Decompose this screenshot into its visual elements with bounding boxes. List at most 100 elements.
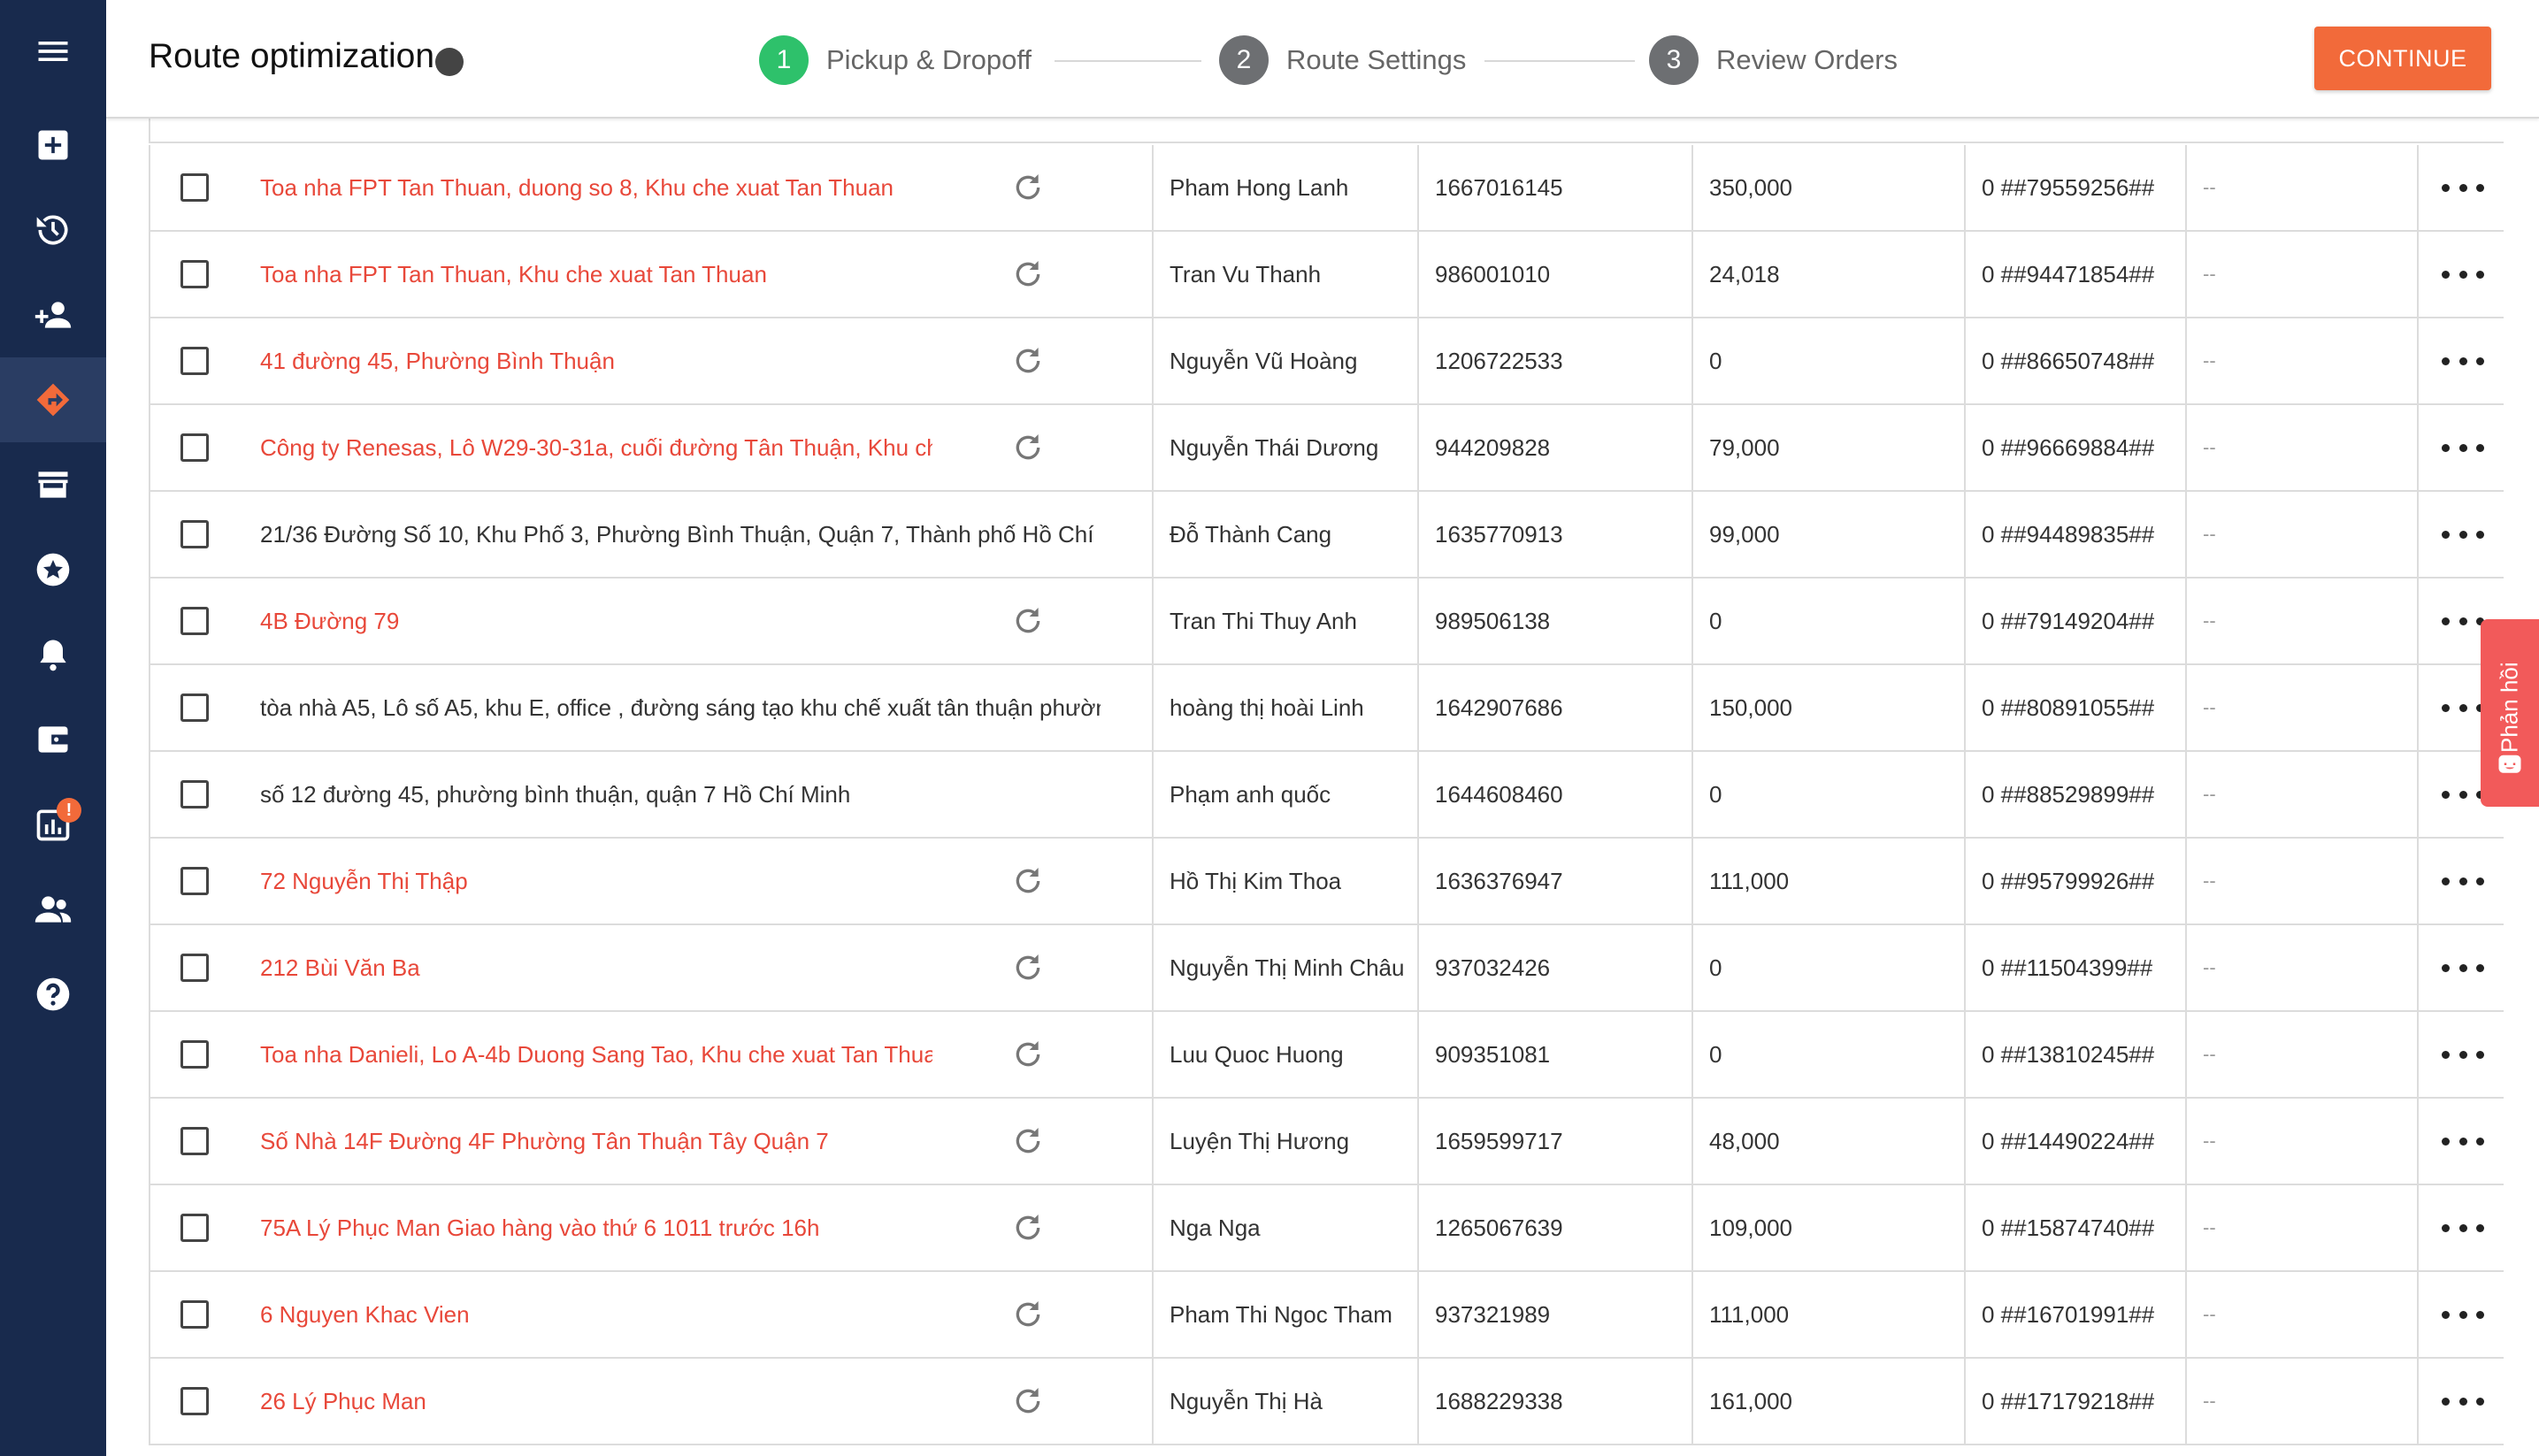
row-checkbox[interactable] — [180, 954, 209, 982]
table-row[interactable]: Toa nha Danieli, Lo A-4b Duong Sang Tao,… — [149, 1012, 2504, 1099]
refresh-icon[interactable] — [1010, 950, 1046, 985]
refresh-icon[interactable] — [1010, 257, 1046, 292]
menu-icon[interactable] — [0, 9, 106, 94]
column-divider — [1964, 752, 1966, 837]
refresh-icon[interactable] — [1010, 1123, 1046, 1159]
more-options-icon[interactable] — [2442, 1038, 2484, 1070]
refresh-icon[interactable] — [1010, 1297, 1046, 1332]
refresh-icon[interactable] — [1010, 343, 1046, 379]
refresh-icon[interactable] — [1010, 430, 1046, 465]
row-checkbox[interactable] — [180, 694, 209, 722]
more-options-icon[interactable] — [2442, 518, 2484, 550]
add-driver-icon[interactable] — [0, 272, 106, 357]
address-cell[interactable]: số 12 đường 45, phường bình thuận, quận … — [260, 752, 1101, 837]
recipient-name-cell: Luyện Thị Hương — [1170, 1127, 1350, 1154]
address-cell[interactable]: 21/36 Đường Số 10, Khu Phố 3, Phường Bìn… — [260, 492, 1101, 577]
more-options-icon[interactable] — [2442, 778, 2484, 810]
dot — [2442, 877, 2450, 885]
table-row[interactable]: Toa nha FPT Tan Thuan, duong so 8, Khu c… — [149, 145, 2504, 232]
more-options-icon[interactable] — [2442, 865, 2484, 897]
row-checkbox[interactable] — [180, 347, 209, 375]
recipient-name-cell: Nguyễn Thái Dương — [1170, 433, 1379, 461]
more-options-icon[interactable] — [2442, 258, 2484, 290]
address-cell[interactable]: 75A Lý Phục Man Giao hàng vào thứ 6 1011… — [260, 1185, 932, 1270]
row-checkbox[interactable] — [180, 1300, 209, 1329]
report-icon[interactable]: ! — [0, 782, 106, 867]
refresh-icon[interactable] — [1010, 1383, 1046, 1419]
table-row[interactable]: 41 đường 45, Phường Bình Thuận Nguyễn Vũ … — [149, 318, 2504, 405]
row-checkbox[interactable] — [180, 173, 209, 202]
bell-icon[interactable] — [0, 612, 106, 697]
address-cell[interactable]: tòa nhà A5, Lô số A5, khu E, office , đư… — [260, 665, 1101, 750]
store-icon[interactable] — [0, 442, 106, 527]
row-checkbox[interactable] — [180, 867, 209, 895]
address-cell[interactable]: 26 Lý Phục Man — [260, 1359, 932, 1444]
row-checkbox[interactable] — [180, 1040, 209, 1069]
table-row[interactable]: Số Nhà 14F Đường 4F Phường Tân Thuận Tây… — [149, 1099, 2504, 1185]
history-icon[interactable] — [0, 188, 106, 272]
row-checkbox[interactable] — [180, 260, 209, 288]
table-row[interactable]: 6 Nguyen Khac Vien Pham Thi Ngoc Tham 9373… — [149, 1272, 2504, 1359]
phone-cell: 944209828 — [1435, 433, 1551, 461]
table-row[interactable]: 72 Nguyễn Thị Thập Hồ Thị Kim Thoa 1636376… — [149, 839, 2504, 925]
more-options-icon[interactable] — [2442, 1125, 2484, 1157]
column-divider — [1964, 1012, 1966, 1097]
row-checkbox[interactable] — [180, 1214, 209, 1242]
address-cell[interactable]: Toa nha FPT Tan Thuan, Khu che xuat Tan … — [260, 232, 932, 317]
address-cell[interactable]: 72 Nguyễn Thị Thập — [260, 839, 932, 923]
column-divider — [1691, 1012, 1693, 1097]
more-options-icon[interactable] — [2442, 1212, 2484, 1244]
address-cell[interactable]: Toa nha Danieli, Lo A-4b Duong Sang Tao,… — [260, 1012, 932, 1097]
star-icon[interactable] — [0, 527, 106, 612]
more-options-icon[interactable] — [2442, 432, 2484, 464]
route-icon[interactable] — [0, 357, 106, 442]
row-checkbox[interactable] — [180, 520, 209, 548]
continue-button[interactable]: CONTINUE — [2314, 27, 2491, 90]
table-row[interactable]: Toa nha FPT Tan Thuan, Khu che xuat Tan … — [149, 232, 2504, 318]
step-pickup-dropoff[interactable]: 1 Pickup & Dropoff — [759, 35, 1032, 85]
step-route-settings[interactable]: 2 Route Settings — [1219, 35, 1466, 85]
table-row[interactable]: tòa nhà A5, Lô số A5, khu E, office , đư… — [149, 665, 2504, 752]
row-checkbox[interactable] — [180, 433, 209, 462]
help-icon[interactable] — [0, 952, 106, 1037]
address-cell[interactable]: 6 Nguyen Khac Vien — [260, 1272, 932, 1357]
more-options-icon[interactable] — [2442, 1385, 2484, 1417]
table-row[interactable]: số 12 đường 45, phường bình thuận, quận … — [149, 752, 2504, 839]
table-row[interactable]: Công ty Renesas, Lô W29-30-31a, cuối đườ… — [149, 405, 2504, 492]
row-checkbox[interactable] — [180, 1127, 209, 1155]
address-cell[interactable]: Số Nhà 14F Đường 4F Phường Tân Thuận Tây… — [260, 1099, 932, 1184]
address-cell[interactable]: 212 Bùi Văn Ba — [260, 925, 932, 1010]
refresh-icon[interactable] — [1010, 1037, 1046, 1072]
add-order-icon[interactable] — [0, 103, 106, 188]
more-options-icon[interactable] — [2442, 952, 2484, 984]
more-options-icon[interactable] — [2442, 172, 2484, 203]
column-divider — [1964, 1359, 1966, 1444]
address-cell[interactable]: 41 đường 45, Phường Bình Thuận — [260, 318, 932, 403]
refresh-icon[interactable] — [1010, 170, 1046, 205]
table-row[interactable]: 212 Bùi Văn Ba Nguyễn Thị Minh Châu 937032… — [149, 925, 2504, 1012]
row-checkbox[interactable] — [180, 780, 209, 808]
more-options-icon[interactable] — [2442, 692, 2484, 724]
column-divider — [1152, 752, 1154, 837]
page-title: Route optimization — [149, 37, 435, 75]
table-row[interactable]: 26 Lý Phục Man Nguyễn Thị Hà 1688229338 161… — [149, 1359, 2504, 1445]
refresh-icon[interactable] — [1010, 603, 1046, 639]
refresh-icon[interactable] — [1010, 1210, 1046, 1245]
table-row[interactable]: 4B Đường 79 Tran Thi Thuy Anh 989506138 0 0 … — [149, 579, 2504, 665]
address-cell[interactable]: 4B Đường 79 — [260, 579, 932, 663]
feedback-tab[interactable]: Phản hồi — [2481, 619, 2539, 807]
table-row[interactable]: 21/36 Đường Số 10, Khu Phố 3, Phường Bìn… — [149, 492, 2504, 579]
address-cell[interactable]: Công ty Renesas, Lô W29-30-31a, cuối đườ… — [260, 405, 932, 490]
step-review-orders[interactable]: 3 Review Orders — [1649, 35, 1898, 85]
wallet-icon[interactable] — [0, 697, 106, 782]
team-icon[interactable] — [0, 867, 106, 952]
order-code-cell: 0 ##94471854## — [1982, 260, 2155, 287]
refresh-icon[interactable] — [1010, 863, 1046, 899]
more-options-icon[interactable] — [2442, 605, 2484, 637]
row-checkbox[interactable] — [180, 1387, 209, 1415]
address-cell[interactable]: Toa nha FPT Tan Thuan, duong so 8, Khu c… — [260, 145, 932, 230]
more-options-icon[interactable] — [2442, 1299, 2484, 1330]
row-checkbox[interactable] — [180, 607, 209, 635]
table-row[interactable]: 75A Lý Phục Man Giao hàng vào thứ 6 1011… — [149, 1185, 2504, 1272]
more-options-icon[interactable] — [2442, 345, 2484, 377]
